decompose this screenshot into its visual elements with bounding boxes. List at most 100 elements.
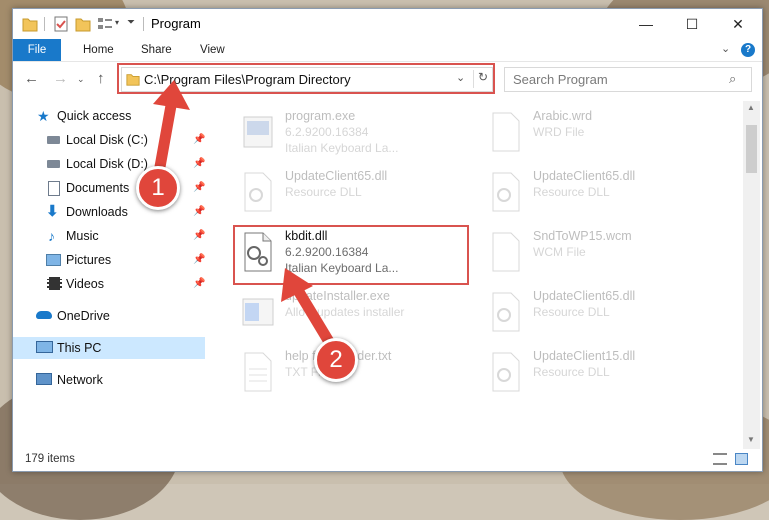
drive-icon [47,136,60,144]
file-name: SndToWP15.wcm [533,229,632,243]
close-button[interactable]: ✕ [715,9,761,39]
file-tile[interactable]: updateInstaller.exe Allow updates instal… [237,285,477,343]
view-options-icon[interactable] [97,15,113,33]
sidebar-item-label: Network [57,373,103,387]
tab-view[interactable]: View [200,39,225,61]
file-tile[interactable]: SndToWP15.wcm WCM File [485,225,725,283]
file-tile[interactable]: program.exe 6.2.9200.16384 Italian Keybo… [237,105,477,163]
pin-icon: 📌 [193,278,206,289]
dll-file-icon [492,352,520,392]
exe-file-icon [243,116,273,148]
maximize-button[interactable]: ☐ [669,9,715,39]
file-version: 6.2.9200.16384 [285,125,369,139]
pin-icon: 📌 [193,182,206,193]
file-name: updateInstaller.exe [285,289,390,303]
sidebar-item-label: Local Disk (D:) [66,157,148,171]
minimize-button[interactable]: — [623,9,669,39]
file-tile[interactable]: UpdateClient65.dll Resource DLL [485,285,725,343]
file-tile[interactable]: UpdateClient65.dll Resource DLL [485,165,725,223]
pc-icon [36,341,53,353]
pin-icon: 📌 [193,230,206,241]
sidebar-item-this-pc[interactable]: This PC [13,337,205,359]
tab-share[interactable]: Share [141,39,172,61]
documents-icon [48,181,60,196]
file-tile[interactable]: UpdateClient65.dll Resource DLL [237,165,477,223]
sidebar-item-label: Downloads [66,205,128,219]
details-view-icon[interactable] [713,453,727,465]
drive-icon [47,160,60,168]
scroll-down-icon[interactable]: ▼ [747,435,755,444]
dll-file-icon [492,172,520,212]
file-type: Resource DLL [533,305,610,319]
pin-icon: 📌 [193,254,206,265]
search-input[interactable]: Search Program [513,72,608,87]
search-icon: ⌕ [729,71,737,86]
downloads-icon: ⬇ [46,203,59,220]
music-icon: ♪ [48,228,55,244]
dll-file-icon [492,292,520,332]
status-bar: 179 items [13,449,762,471]
file-type: WRD File [533,125,585,139]
sidebar-item-label: Quick access [57,109,132,123]
text-file-icon [244,352,272,392]
file-type: WCM File [533,245,586,259]
sidebar-item-local-disk-c[interactable]: Local Disk (C:) 📌 [13,129,205,151]
customize-toolbar-icon[interactable]: ⏷ [127,17,135,35]
back-arrow-icon[interactable]: ← [24,70,39,87]
separator [143,17,144,31]
installer-file-icon [242,298,274,326]
sidebar-item-videos[interactable]: Videos 📌 [13,273,205,295]
file-name: Arabic.wrd [533,109,593,123]
separator [44,17,45,31]
window-title: Program [151,16,201,31]
sidebar-item-downloads[interactable]: ⬇ Downloads 📌 [13,201,205,223]
sidebar-item-pictures[interactable]: Pictures 📌 [13,249,205,271]
tiles-view-icon[interactable] [735,453,748,465]
file-tile[interactable]: UpdateClient15.dll Resource DLL [485,345,725,403]
sidebar-item-label: OneDrive [57,309,110,323]
sidebar-item-label: Music [66,229,99,243]
vertical-scrollbar[interactable]: ▲ ▼ [743,101,760,449]
recent-locations-icon[interactable]: ⌄ [77,74,85,85]
file-description: Italian Keyboard La... [285,141,399,155]
file-name: UpdateClient65.dll [533,289,636,303]
file-tile[interactable]: Arabic.wrd WRD File [485,105,725,163]
pin-icon: 📌 [193,134,206,145]
step-badge-2: 2 [314,338,358,382]
document-file-icon [492,232,520,272]
navigation-bar: ← → ⌄ ↑ C:\Program Files\Program Directo… [13,62,762,96]
help-icon[interactable]: ? [741,43,755,57]
star-icon: ★ [37,108,50,124]
folder-icon [22,18,38,32]
properties-icon[interactable] [53,15,69,33]
up-arrow-icon[interactable]: ↑ [97,70,105,87]
sidebar-item-local-disk-d[interactable]: Local Disk (D:) 📌 [13,153,205,175]
file-name: program.exe [285,109,356,123]
sidebar-item-label: Videos [66,277,104,291]
ribbon-tabs: File Home Share View ⌄ ? [13,39,762,62]
sidebar-item-onedrive[interactable]: OneDrive [13,305,205,327]
network-icon [36,373,52,385]
tab-home[interactable]: Home [83,39,114,61]
sidebar-item-network[interactable]: Network [13,369,205,391]
sidebar-item-label: Documents [66,181,130,195]
sidebar-item-quick-access[interactable]: ★ Quick access [13,105,205,127]
sidebar-item-label: Local Disk (C:) [66,133,148,147]
file-name: UpdateClient15.dll [533,349,636,363]
forward-arrow-icon[interactable]: → [53,70,68,87]
dropdown-icon[interactable]: ▾ [115,18,119,36]
new-folder-icon[interactable] [75,15,91,33]
pictures-icon [46,254,61,266]
sidebar-item-music[interactable]: ♪ Music 📌 [13,225,205,247]
scrollbar-thumb[interactable] [746,125,757,173]
scroll-up-icon[interactable]: ▲ [747,103,755,112]
file-description: Allow updates installer [285,305,405,319]
tab-file[interactable]: File [13,39,61,61]
address-highlight-box [117,63,495,94]
navigation-pane: ★ Quick access Local Disk (C:) 📌 Local D… [13,101,209,451]
pin-icon: 📌 [193,158,206,169]
expand-ribbon-icon[interactable]: ⌄ [721,42,730,55]
file-highlight-box [233,225,469,285]
file-list: program.exe 6.2.9200.16384 Italian Keybo… [211,101,743,449]
search-box[interactable]: Search Program ⌕ [504,67,752,92]
